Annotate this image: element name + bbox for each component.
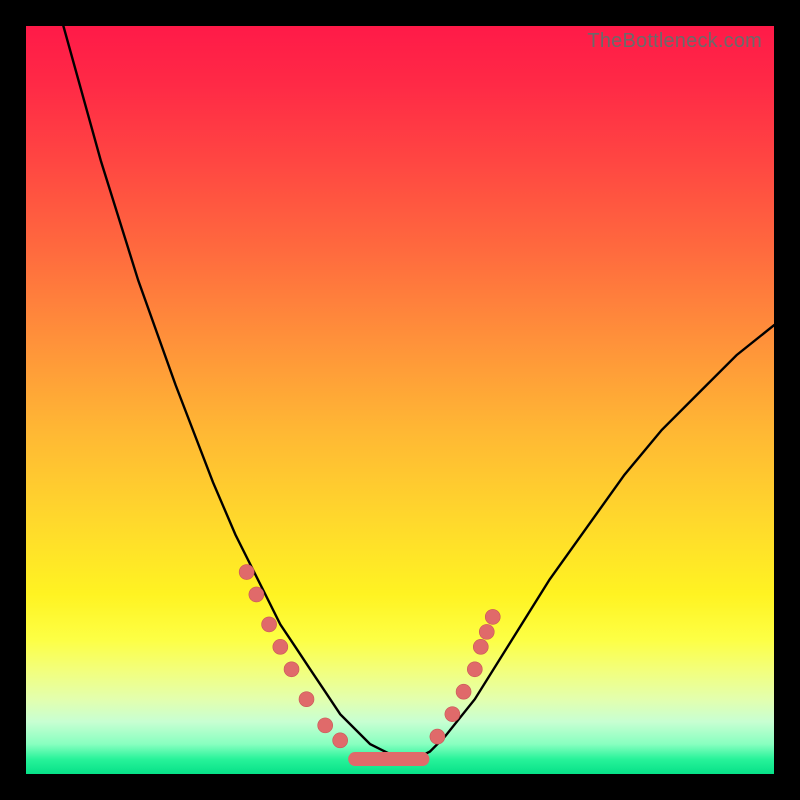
curve-marker (318, 718, 333, 733)
curve-marker (430, 729, 445, 744)
chart-overlay (26, 26, 774, 774)
curve-marker (445, 707, 460, 722)
curve-marker (273, 639, 288, 654)
curve-marker (249, 587, 264, 602)
curve-marker (456, 684, 471, 699)
curve-marker (479, 624, 494, 639)
plot-area: TheBottleneck.com (26, 26, 774, 774)
bottleneck-curve (63, 26, 774, 759)
curve-marker (473, 639, 488, 654)
chart-frame: TheBottleneck.com (0, 0, 800, 800)
curve-marker (333, 733, 348, 748)
curve-marker (485, 609, 500, 624)
curve-marker (467, 662, 482, 677)
curve-marker (284, 662, 299, 677)
curve-marker (299, 692, 314, 707)
curve-marker (262, 617, 277, 632)
left-branch-markers (239, 565, 348, 748)
curve-marker (239, 565, 254, 580)
